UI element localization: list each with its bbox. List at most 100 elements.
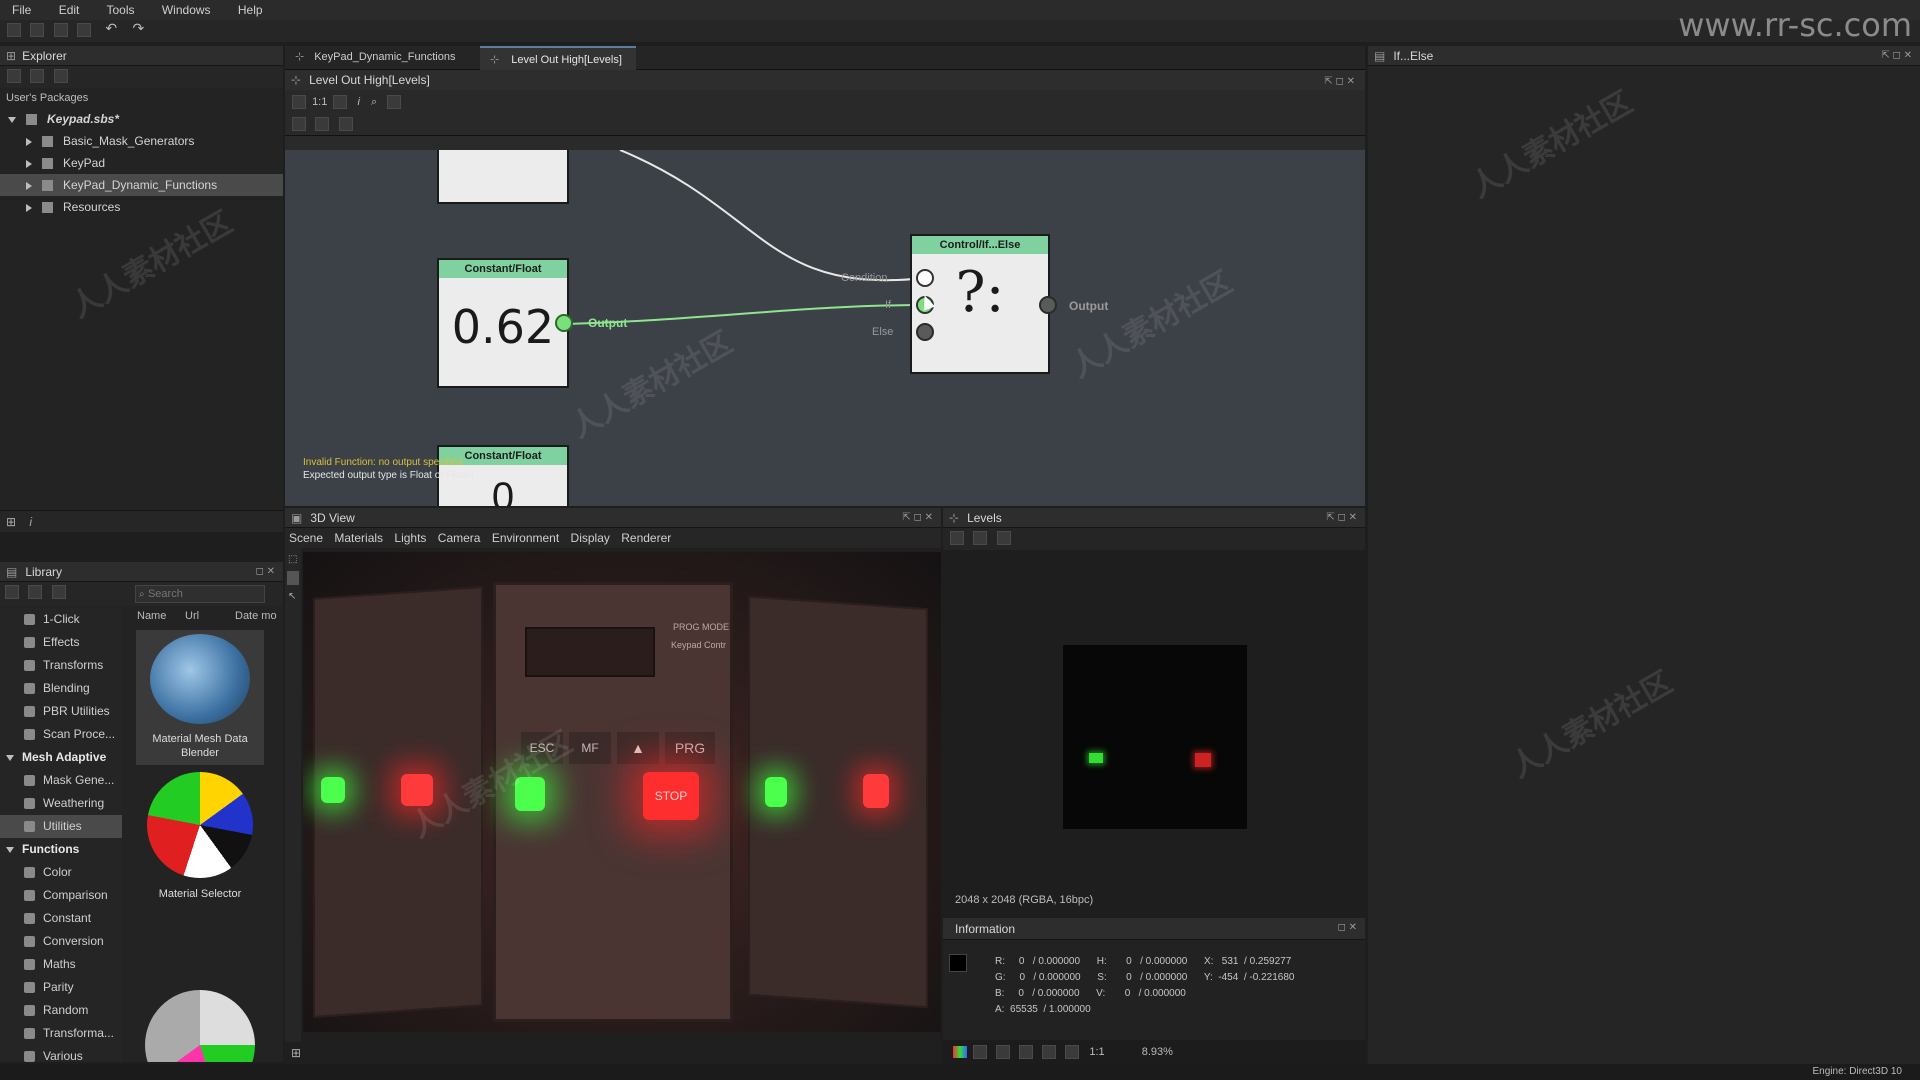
column-date[interactable]: Date mo	[235, 610, 277, 622]
copy-image-icon[interactable]	[973, 531, 988, 545]
library-item[interactable]: Weathering	[0, 792, 122, 815]
else-input-port[interactable]	[916, 323, 934, 341]
select-tool-icon[interactable]: ⬚	[288, 554, 301, 565]
explorer-item[interactable]: Resources	[0, 196, 283, 218]
ifelse-output-port[interactable]	[1039, 296, 1057, 314]
menu-edit[interactable]: Edit	[59, 3, 80, 17]
graph-panel-controls[interactable]: ⇱ ◻ ✕	[1324, 76, 1355, 87]
save-all-icon[interactable]	[77, 23, 92, 37]
camera-tool-icon[interactable]	[287, 571, 299, 585]
information-controls[interactable]: ◻ ✕	[1338, 922, 1357, 933]
explorer-item[interactable]: KeyPad	[0, 152, 283, 174]
library-item[interactable]: Effects	[0, 631, 122, 654]
tile-icon[interactable]	[1019, 1045, 1034, 1060]
open-package-icon[interactable]	[30, 23, 45, 37]
tree-toggle-icon[interactable]: ⊞	[6, 515, 16, 529]
library-item[interactable]: Various	[0, 1045, 122, 1062]
levels-preview-image[interactable]	[1063, 645, 1247, 829]
menu-materials[interactable]: Materials	[334, 531, 383, 545]
refresh-icon[interactable]	[53, 69, 68, 83]
library-item[interactable]: Mask Gene...	[0, 769, 122, 792]
rgb-channels-icon[interactable]	[953, 1046, 967, 1059]
menu-camera[interactable]: Camera	[438, 531, 481, 545]
expand-arrow-icon[interactable]	[6, 754, 14, 761]
pin-icon[interactable]	[338, 117, 353, 131]
library-item[interactable]: Comparison	[0, 884, 122, 907]
float-output-port[interactable]	[555, 314, 573, 332]
snap-icon[interactable]	[387, 95, 402, 110]
library-edit-icon[interactable]	[51, 585, 66, 599]
expand-arrow-icon[interactable]	[26, 137, 32, 146]
graph-canvas[interactable]: Constant/Float 0.62 Output Constant/Floa…	[285, 150, 1365, 506]
menu-environment[interactable]: Environment	[492, 531, 559, 545]
menu-help[interactable]: Help	[238, 3, 263, 17]
menu-lights[interactable]: Lights	[394, 531, 426, 545]
viewport-3d[interactable]: PROG MODE Keypad Contr ESC MF ▲ PRG STOP	[303, 552, 941, 1032]
menu-windows[interactable]: Windows	[162, 3, 211, 17]
column-url[interactable]: Url	[185, 610, 199, 622]
expand-arrow-icon[interactable]	[8, 116, 16, 123]
library-item[interactable]: Blending	[0, 677, 122, 700]
library-item[interactable]: Random	[0, 999, 122, 1022]
library-search-input[interactable]	[147, 588, 248, 600]
menu-renderer[interactable]: Renderer	[621, 531, 671, 545]
library-search[interactable]: ⌕	[135, 585, 265, 603]
library-item[interactable]: Maths	[0, 953, 122, 976]
menu-display[interactable]: Display	[571, 531, 610, 545]
properties-controls[interactable]: ⇱ ◻ ✕	[1881, 50, 1912, 61]
info-icon[interactable]: i	[29, 515, 32, 529]
library-item[interactable]: Scan Proce...	[0, 723, 122, 746]
undo-icon[interactable]: ↶	[105, 20, 117, 36]
library-item[interactable]: Transforms	[0, 654, 122, 677]
condition-input-port[interactable]	[916, 269, 934, 287]
expand-arrow-icon[interactable]	[26, 181, 32, 190]
new-graph-icon[interactable]	[7, 69, 21, 83]
info-toggle-icon[interactable]: i	[357, 96, 359, 108]
save-icon[interactable]	[53, 23, 68, 37]
library-group[interactable]: Functions	[0, 838, 122, 861]
library-thumb-1[interactable]: Material Mesh Data Blender	[136, 630, 264, 765]
expand-arrow-icon[interactable]	[6, 846, 14, 853]
library-group[interactable]: Mesh Adaptive	[0, 746, 122, 769]
library-thumb-3[interactable]	[145, 990, 255, 1062]
node-constant-float[interactable]: Constant/Float 0.62	[437, 258, 569, 388]
tab-keypad-dynamic[interactable]: ⊹ KeyPad_Dynamic_Functions	[295, 50, 455, 63]
run-icon[interactable]	[30, 69, 45, 83]
menu-tools[interactable]: Tools	[107, 3, 135, 17]
library-folder-icon[interactable]	[5, 585, 19, 599]
expand-arrow-icon[interactable]	[26, 159, 32, 168]
alpha-channel-icon[interactable]	[973, 1045, 988, 1060]
zoom-1-1-button[interactable]: 1:1	[312, 96, 327, 108]
fit-icon[interactable]	[1065, 1045, 1080, 1060]
node-partial-top[interactable]	[437, 150, 569, 204]
library-item-selected[interactable]: Utilities	[0, 815, 122, 838]
library-item[interactable]: Parity	[0, 976, 122, 999]
histogram-icon[interactable]	[1042, 1045, 1057, 1060]
redo-icon[interactable]: ↷	[132, 20, 144, 36]
tab-level-out-high[interactable]: ⊹ Level Out High[Levels]	[480, 46, 636, 70]
library-item[interactable]: Conversion	[0, 930, 122, 953]
ratio-button[interactable]: 1:1	[1089, 1046, 1104, 1058]
display-icon[interactable]	[333, 95, 348, 110]
library-add-icon[interactable]	[28, 585, 43, 599]
view3d-controls[interactable]: ⇱ ◻ ✕	[902, 512, 933, 523]
library-item[interactable]: Transforma...	[0, 1022, 122, 1045]
search-icon[interactable]: ⌕	[371, 96, 377, 108]
explorer-item-selected[interactable]: KeyPad_Dynamic_Functions	[0, 174, 283, 196]
menu-scene[interactable]: Scene	[289, 531, 323, 545]
expand-arrow-icon[interactable]	[26, 203, 32, 212]
save-image-icon[interactable]	[950, 531, 964, 545]
library-item[interactable]: PBR Utilities	[0, 700, 122, 723]
column-name[interactable]: Name	[137, 610, 166, 622]
explorer-item[interactable]: Basic_Mask_Generators	[0, 130, 283, 152]
menu-file[interactable]: File	[12, 3, 31, 17]
library-controls[interactable]: ◻ ✕	[256, 566, 275, 577]
library-item[interactable]: Constant	[0, 907, 122, 930]
levels-controls[interactable]: ⇱ ◻ ✕	[1326, 512, 1357, 523]
frame-icon[interactable]	[292, 117, 306, 131]
library-item[interactable]: 1-Click	[0, 608, 122, 631]
new-package-icon[interactable]	[7, 23, 21, 37]
grid-icon[interactable]	[996, 1045, 1011, 1060]
library-item[interactable]: Color	[0, 861, 122, 884]
light-tool-icon[interactable]: ↖	[288, 591, 301, 602]
